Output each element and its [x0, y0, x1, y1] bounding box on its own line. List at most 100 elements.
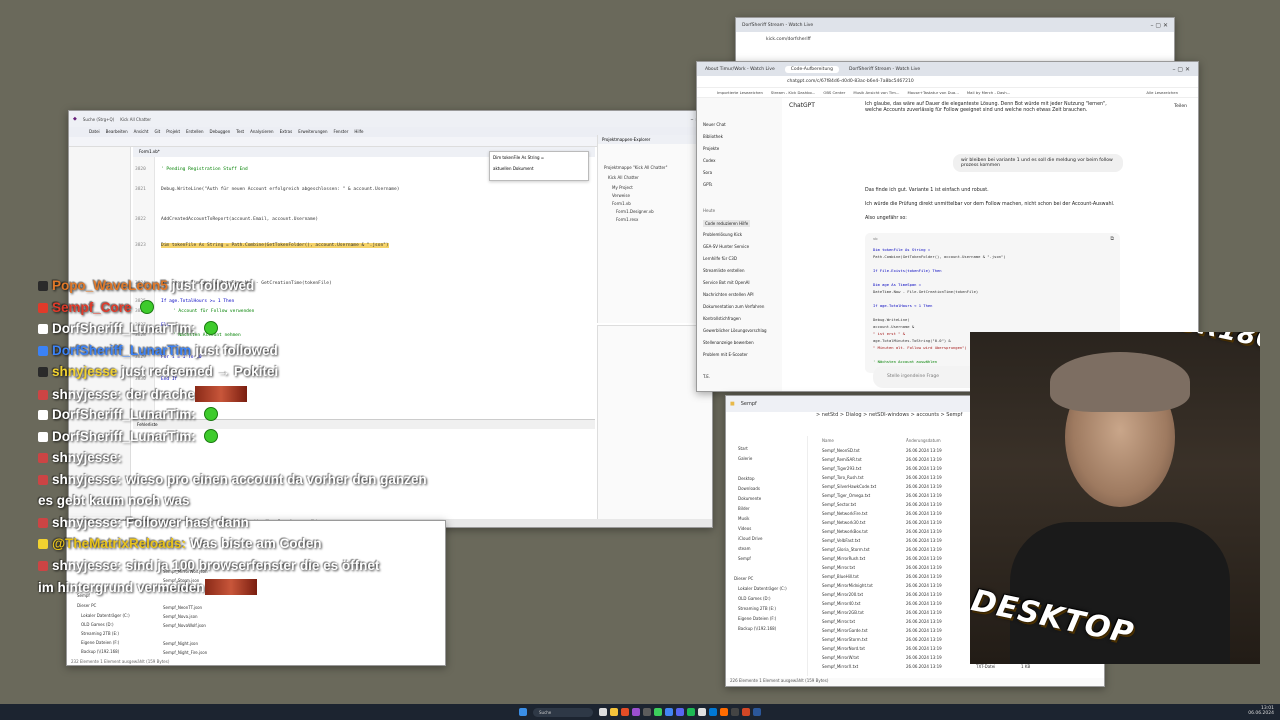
- find-popup-line[interactable]: Dim tokenFile As String =: [493, 155, 585, 160]
- copy-icon[interactable]: ⧉: [1110, 236, 1114, 242]
- browser-tab[interactable]: DorfSheriff Stream - Watch Live: [742, 23, 813, 28]
- file-row-name[interactable]: Sempf_Toro_Rush.txt: [822, 475, 864, 480]
- solution-item[interactable]: My Project: [612, 185, 633, 190]
- nav-item[interactable]: Eigene Dateien (F:): [738, 616, 776, 621]
- file-row[interactable]: Sempf_Night_Fire.json: [163, 650, 207, 655]
- bookmark[interactable]: Importierte Lesezeichen: [717, 90, 763, 95]
- nav-item[interactable]: Galerie: [738, 456, 752, 461]
- file-row-date[interactable]: 26.06.2024 13:19: [906, 547, 942, 552]
- browser-icon[interactable]: [621, 708, 629, 716]
- menu-ansicht[interactable]: Ansicht: [134, 129, 149, 135]
- code-line[interactable]: Debug.WriteLine("Auth für neuen Account …: [161, 187, 399, 192]
- sidebar-chat-active[interactable]: Code reduzieren Hilfe: [703, 220, 751, 227]
- file-row[interactable]: Sempf_Night.json: [163, 641, 198, 646]
- address-bar[interactable]: chatgpt.com/c/67f84d6-d0d0-83ac-b6e4-7a8…: [697, 76, 1198, 88]
- file-row-date[interactable]: 26.06.2024 13:19: [906, 529, 942, 534]
- menu-hilfe[interactable]: Hilfe: [354, 129, 363, 135]
- taskbar-search[interactable]: Suche: [533, 707, 593, 717]
- nav-item[interactable]: Streaming 2TB (E:): [81, 631, 119, 636]
- nav-item[interactable]: Dieser PC: [734, 576, 753, 581]
- breadcrumb[interactable]: > netStd > Dialog > netSDI-windows > acc…: [816, 412, 962, 418]
- sidebar-item-projects[interactable]: Projekte: [703, 146, 719, 151]
- sidebar-chat[interactable]: GEA-SV Hunter Service: [703, 244, 749, 249]
- file-row-date[interactable]: 26.06.2024 13:19: [906, 574, 942, 579]
- sidebar-chat[interactable]: Streamliste erstellen: [703, 268, 745, 273]
- nav-item[interactable]: Backup (\\192.168): [81, 649, 119, 654]
- file-row-name[interactable]: Sempf_VelbFast.txt: [822, 538, 860, 543]
- file-row-name[interactable]: Sempf_Mirror.txt: [822, 619, 855, 624]
- file-row-date[interactable]: 26.06.2024 13:19: [906, 502, 942, 507]
- file-row-name[interactable]: Sempf_NeonSD.txt: [822, 448, 860, 453]
- file-row-date[interactable]: 26.06.2024 13:19: [906, 664, 942, 669]
- file-row-date[interactable]: 26.06.2024 13:19: [906, 520, 942, 525]
- menu-test[interactable]: Test: [236, 129, 244, 135]
- nav-item[interactable]: Eigene Dateien (F:): [81, 640, 119, 645]
- file-row-date[interactable]: 26.06.2024 13:19: [906, 655, 942, 660]
- file-row-date[interactable]: 26.06.2024 13:19: [906, 538, 942, 543]
- file-row-date[interactable]: 26.06.2024 13:19: [906, 619, 942, 624]
- column-header-date[interactable]: Änderungsdatum: [906, 438, 941, 443]
- nav-item[interactable]: OLD Games (D:): [81, 622, 114, 627]
- file-row-date[interactable]: 26.06.2024 13:19: [906, 484, 942, 489]
- discord-icon[interactable]: [676, 708, 684, 716]
- sidebar-chat[interactable]: Nachrichten erstellen API: [703, 292, 754, 297]
- url-text[interactable]: kick.com/dorfsheriff: [766, 37, 811, 42]
- file-row-name[interactable]: Sempf_NetworkFire.txt: [822, 511, 867, 516]
- file-row-name[interactable]: Sempf_Mirror40.txt: [822, 601, 861, 606]
- sidebar-chat[interactable]: Problemlösung Kick: [703, 232, 742, 237]
- menu-erweiterungen[interactable]: Erweiterungen: [298, 129, 327, 135]
- taskview-icon[interactable]: [599, 708, 607, 716]
- code-line-highlighted[interactable]: Dim tokenFile As String = Path.Combine(G…: [161, 243, 389, 248]
- bookmark[interactable]: Stream - Kick Dashbo...: [771, 90, 815, 95]
- bookmark[interactable]: Mouse+Tastatur von Dua...: [907, 90, 958, 95]
- nav-item[interactable]: steam: [738, 546, 750, 551]
- file-row[interactable]: Sempf_NovaWolf.json: [163, 623, 206, 628]
- file-row-name[interactable]: Sempf_MirrorGarde.txt: [822, 628, 868, 633]
- visual-studio-window[interactable]: ◆ Suche (Strg+Q) Kick All Chatter – ▢ ✕ …: [68, 110, 713, 528]
- solution-item[interactable]: Form1.resx: [616, 217, 638, 222]
- file-row-date[interactable]: 26.06.2024 13:19: [906, 466, 942, 471]
- sidebar-chat[interactable]: Dokumentation zum Verfahren: [703, 304, 764, 309]
- kick-icon[interactable]: [654, 708, 662, 716]
- obs-icon[interactable]: [643, 708, 651, 716]
- file-row-name[interactable]: Sempf_MirrorNord.txt: [822, 646, 865, 651]
- file-row-type[interactable]: TXT-Datei: [976, 664, 995, 669]
- menu-extras[interactable]: Extras: [280, 129, 293, 135]
- file-row-date[interactable]: 26.06.2024 13:19: [906, 565, 942, 570]
- nav-item[interactable]: Start: [738, 446, 748, 451]
- nav-item[interactable]: Backup (\\192.168): [738, 626, 776, 631]
- column-header-name[interactable]: Name: [822, 438, 834, 443]
- menu-bearbeiten[interactable]: Bearbeiten: [106, 129, 128, 135]
- nav-item[interactable]: Videos: [738, 526, 751, 531]
- file-row-date[interactable]: 26.06.2024 13:19: [906, 511, 942, 516]
- find-popup-scope[interactable]: aktuellen Dokument: [493, 166, 585, 171]
- file-row-date[interactable]: 26.06.2024 13:19: [906, 601, 942, 606]
- file-row-date[interactable]: 26.06.2024 13:19: [906, 493, 942, 498]
- edge-icon[interactable]: [709, 708, 717, 716]
- file-row-name[interactable]: Sempf_MirrorRush.txt: [822, 556, 865, 561]
- menu-git[interactable]: Git: [154, 129, 160, 135]
- file-explorer-icon[interactable]: [610, 708, 618, 716]
- chrome-icon[interactable]: [665, 708, 673, 716]
- file-row-name[interactable]: Sempf_RemiSAR.txt: [822, 457, 862, 462]
- nav-item[interactable]: Lokaler Datenträger (C:): [738, 586, 787, 591]
- terminal-icon[interactable]: [731, 708, 739, 716]
- nav-item[interactable]: Bilder: [738, 506, 750, 511]
- start-icon[interactable]: [519, 708, 527, 716]
- file-row-name[interactable]: Sempf_Network30.txt: [822, 520, 865, 525]
- sidebar-item-new-chat[interactable]: Neuer Chat: [703, 122, 726, 127]
- bookmark[interactable]: Musik Ansicht von Tim...: [853, 90, 899, 95]
- sidebar-chat[interactable]: Kontrollstichfragen: [703, 316, 741, 321]
- menu-analysieren[interactable]: Analysieren: [250, 129, 273, 135]
- file-row-date[interactable]: 26.06.2024 13:19: [906, 592, 942, 597]
- file-row-name[interactable]: Sempf_Mirror2GB.txt: [822, 610, 864, 615]
- browser-window-kick[interactable]: DorfSheriff Stream - Watch Live – ▢ ✕ ki…: [735, 17, 1175, 67]
- file-row[interactable]: Sempf_NeonTT.json: [163, 605, 202, 610]
- nav-item[interactable]: iCloud Drive: [738, 536, 762, 541]
- solution-item[interactable]: Kick All Chatter: [608, 175, 639, 180]
- file-row-date[interactable]: 26.06.2024 13:19: [906, 457, 942, 462]
- code-line[interactable]: If age.TotalHours >= 1 Then: [161, 299, 234, 304]
- sidebar-chat[interactable]: Gewerblicher Lösungsvorschlag: [703, 328, 767, 333]
- browser-tab[interactable]: DorfSheriff Stream - Watch Live: [849, 67, 920, 72]
- file-row-name[interactable]: Sempf_Sector.txt: [822, 502, 856, 507]
